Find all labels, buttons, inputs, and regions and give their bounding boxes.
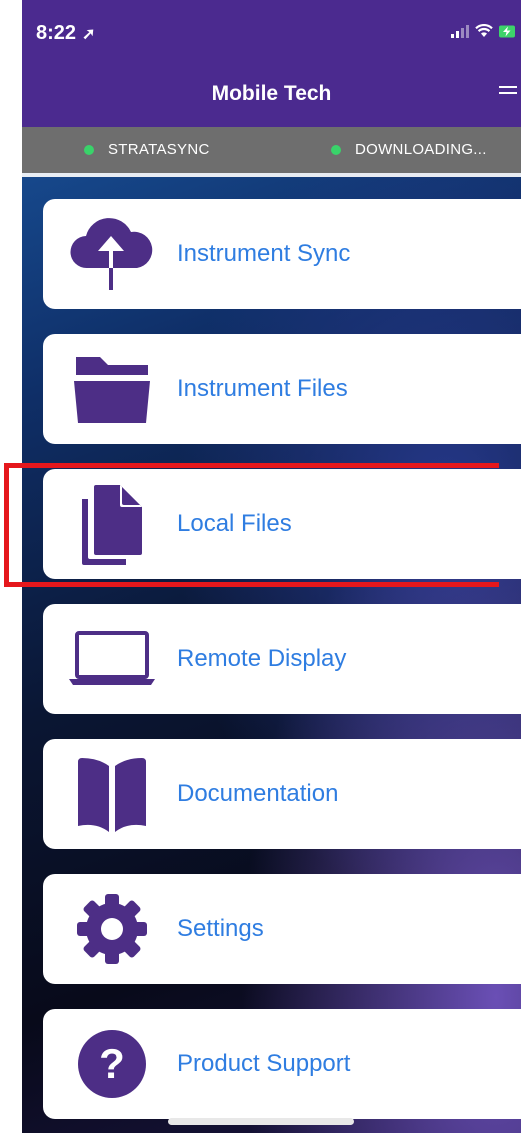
hamburger-menu-icon[interactable] <box>499 86 517 100</box>
menu-item-label: Product Support <box>177 1050 351 1077</box>
menu-item-instrument-files[interactable]: Instrument Files <box>43 334 521 444</box>
status-dot-icon <box>331 144 341 155</box>
menu-item-local-files[interactable]: Local Files <box>43 469 521 579</box>
gear-icon <box>67 889 157 969</box>
status-dot-icon <box>84 144 94 155</box>
sync-status-downloading: DOWNLOADING... <box>331 141 487 158</box>
sync-status-bar: STRATASYNC DOWNLOADING... <box>22 127 521 173</box>
book-icon <box>67 754 157 834</box>
menu-item-label: Instrument Files <box>177 375 348 402</box>
divider <box>22 173 521 177</box>
location-arrow-icon: ➚ <box>82 26 96 43</box>
sync-status-label: DOWNLOADING... <box>355 141 487 158</box>
menu-item-settings[interactable]: Settings <box>43 874 521 984</box>
menu-item-label: Remote Display <box>177 645 347 672</box>
menu-item-label: Local Files <box>177 510 292 537</box>
menu-item-label: Documentation <box>177 780 339 807</box>
menu-item-label: Settings <box>177 915 264 942</box>
status-icons <box>451 24 515 38</box>
app-screen: 8:22 ➚ Mobile Tech STRATASYNC DOWNLOADIN… <box>22 0 521 1133</box>
wifi-icon <box>475 24 493 37</box>
app-header: 8:22 ➚ Mobile Tech <box>22 0 521 127</box>
menu-item-documentation[interactable]: Documentation <box>43 739 521 849</box>
status-time-text: 8:22 <box>36 22 77 44</box>
folder-icon <box>67 349 157 429</box>
status-time: 8:22 ➚ <box>36 22 95 45</box>
app-title: Mobile Tech <box>211 82 332 105</box>
sync-status-label: STRATASYNC <box>108 141 210 158</box>
cloud-upload-icon <box>67 214 157 294</box>
signal-icon <box>451 24 469 38</box>
battery-charging-icon <box>499 25 515 38</box>
menu-item-label: Instrument Sync <box>177 240 351 267</box>
svg-text:?: ? <box>99 1040 125 1087</box>
menu-item-product-support[interactable]: ? Product Support <box>43 1009 521 1119</box>
home-indicator[interactable] <box>168 1118 354 1125</box>
laptop-icon <box>67 619 157 699</box>
menu-item-instrument-sync[interactable]: Instrument Sync <box>43 199 521 309</box>
sync-status-stratasync: STRATASYNC <box>84 141 210 158</box>
menu-item-remote-display[interactable]: Remote Display <box>43 604 521 714</box>
documents-icon <box>67 484 157 565</box>
question-circle-icon: ? <box>67 1024 157 1104</box>
